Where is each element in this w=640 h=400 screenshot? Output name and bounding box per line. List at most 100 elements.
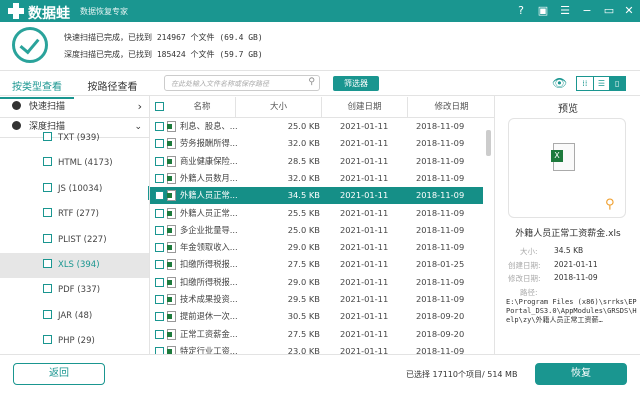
file-created: 2021-01-11: [340, 138, 389, 149]
row-checkbox[interactable]: [155, 225, 164, 235]
category-checkbox[interactable]: [43, 335, 52, 345]
quick-scan-status: 快速扫描已完成，已找到 214967 个文件 (69.4 GB): [64, 33, 263, 42]
file-size: 29.0 KB: [287, 276, 320, 287]
table-row[interactable]: 劳务报酬所得... 32.0 KB 2021-01-11 2018-11-09: [150, 135, 483, 152]
maximize-icon[interactable]: ▭: [601, 3, 617, 19]
file-modified: 2018-11-09: [416, 345, 465, 354]
search-icon[interactable]: ⚲: [308, 77, 315, 87]
detail-view-icon[interactable]: ▯: [609, 77, 626, 90]
category-item[interactable]: PDF (337): [0, 278, 149, 303]
header-created[interactable]: 创建日期: [321, 97, 407, 117]
close-icon[interactable]: ✕: [621, 3, 637, 19]
back-button[interactable]: 返回: [13, 363, 105, 385]
file-name: 利息、股息、...: [180, 121, 238, 131]
category-checkbox[interactable]: [43, 284, 52, 294]
category-item[interactable]: TXT (939): [0, 126, 149, 151]
category-item[interactable]: RTF (277): [0, 202, 149, 227]
file-created: 2021-01-11: [340, 242, 389, 253]
label: 快速扫描: [29, 102, 66, 112]
row-checkbox[interactable]: [155, 243, 164, 253]
row-checkbox[interactable]: [155, 277, 164, 287]
category-checkbox[interactable]: [43, 259, 52, 268]
category-item[interactable]: PHP (29): [0, 329, 149, 354]
excel-file-icon: [167, 155, 176, 167]
row-checkbox[interactable]: [155, 329, 164, 339]
grid-view-icon[interactable]: ⁞⁞: [577, 77, 593, 90]
table-row[interactable]: 扣缴所得税报... 29.0 KB 2021-01-11 2018-11-09: [150, 274, 483, 291]
category-checkbox[interactable]: [43, 157, 52, 167]
menu-icon[interactable]: ☰: [557, 3, 573, 19]
table-row[interactable]: 外籍人员正常... 34.5 KB 2021-01-11 2018-11-09: [150, 187, 483, 205]
row-checkbox[interactable]: [155, 122, 164, 131]
search-input[interactable]: 在此处输入文件名称或保存路径 ⚲: [164, 75, 320, 91]
row-checkbox[interactable]: [155, 346, 164, 354]
row-checkbox[interactable]: [155, 260, 164, 270]
row-checkbox[interactable]: [155, 156, 164, 166]
excel-file-icon: [167, 328, 176, 340]
category-checkbox[interactable]: [43, 182, 52, 192]
category-checkbox[interactable]: [43, 309, 52, 319]
help-icon[interactable]: ?: [513, 3, 529, 19]
sidebar-quick-scan[interactable]: 快速扫描 ›: [0, 97, 149, 117]
table-row[interactable]: 年金领取收入... 29.0 KB 2021-01-11 2018-11-09: [150, 239, 483, 256]
table-row[interactable]: 正常工资薪金... 27.5 KB 2021-01-11 2018-09-20: [150, 326, 483, 343]
table-row[interactable]: 技术成果投资... 29.5 KB 2021-01-11 2018-11-09: [150, 291, 483, 308]
row-checkbox[interactable]: [155, 312, 164, 322]
file-name: 商业健康保险...: [180, 155, 238, 166]
zoom-icon[interactable]: ⚲: [605, 197, 615, 212]
save-icon[interactable]: ▣: [535, 3, 551, 19]
category-item[interactable]: JAR (48): [0, 304, 149, 329]
preview-thumbnail: X ⚲: [508, 118, 626, 218]
row-checkbox[interactable]: [155, 191, 164, 201]
file-modified: 2018-11-09: [416, 121, 465, 131]
category-item[interactable]: PLIST (227): [0, 228, 149, 253]
table-row[interactable]: 外籍人员数月... 32.0 KB 2021-01-11 2018-11-09: [150, 170, 483, 187]
table-row[interactable]: 外籍人员正常... 25.5 KB 2021-01-11 2018-11-09: [150, 205, 483, 222]
file-modified: 2018-11-09: [416, 276, 465, 287]
category-label: XLS (394): [58, 260, 100, 270]
header-modified[interactable]: 修改日期: [407, 97, 494, 117]
tab-by-path[interactable]: 按路径查看: [75, 78, 150, 93]
filter-button[interactable]: 筛选器: [333, 76, 379, 91]
category-checkbox[interactable]: [43, 208, 52, 218]
row-checkbox[interactable]: [155, 295, 164, 304]
recover-button[interactable]: 恢复: [535, 363, 627, 385]
category-label: JS (10034): [58, 183, 103, 194]
excel-file-icon: [167, 190, 176, 202]
table-row[interactable]: 利息、股息、... 25.0 KB 2021-01-11 2018-11-09: [150, 118, 483, 135]
file-size: 34.5 KB: [287, 190, 320, 201]
file-name: 多企业批量导...: [180, 224, 238, 235]
category-item[interactable]: HTML (4173): [0, 151, 149, 176]
table-scrollbar[interactable]: [486, 130, 491, 156]
category-checkbox[interactable]: [43, 233, 52, 243]
excel-file-icon: [167, 276, 176, 288]
table-row[interactable]: 多企业批量导... 25.0 KB 2021-01-11 2018-11-09: [150, 222, 483, 239]
file-modified: 2018-11-09: [416, 172, 465, 183]
category-checkbox[interactable]: [43, 132, 52, 141]
list-view-icon[interactable]: ☰: [592, 77, 610, 90]
header-name[interactable]: 名称: [170, 97, 234, 117]
table-row[interactable]: 特定行业工资... 23.0 KB 2021-01-11 2018-11-09: [150, 343, 483, 354]
file-size: 29.0 KB: [287, 242, 320, 253]
minimize-icon[interactable]: −: [579, 3, 595, 19]
row-checkbox[interactable]: [155, 208, 164, 218]
table-row[interactable]: 商业健康保险... 28.5 KB 2021-01-11 2018-11-09: [150, 153, 483, 170]
file-name: 劳务报酬所得...: [180, 138, 238, 149]
table-row[interactable]: 扣缴所得税报... 27.5 KB 2021-01-11 2018-01-25: [150, 256, 483, 273]
modified-value: 2018-11-09: [554, 273, 598, 282]
file-size: 28.5 KB: [287, 155, 320, 166]
header-size[interactable]: 大小: [235, 97, 321, 117]
file-name: 提前退休一次...: [180, 311, 238, 322]
select-all-checkbox[interactable]: [155, 102, 164, 111]
category-item[interactable]: XLS (394): [0, 253, 149, 278]
table-row[interactable]: 提前退休一次... 30.5 KB 2021-01-11 2018-09-20: [150, 308, 483, 325]
file-size: 23.0 KB: [287, 345, 320, 354]
preview-filename: 外籍人员正常工资薪金.xls: [515, 229, 621, 239]
eye-icon[interactable]: 👁: [552, 76, 567, 90]
file-modified: 2018-11-09: [416, 294, 465, 304]
row-checkbox[interactable]: [155, 173, 164, 183]
category-item[interactable]: JS (10034): [0, 177, 149, 202]
row-checkbox[interactable]: [155, 139, 164, 149]
app-slogan: 数据恢复专家: [80, 7, 128, 16]
excel-file-icon: [167, 294, 176, 305]
